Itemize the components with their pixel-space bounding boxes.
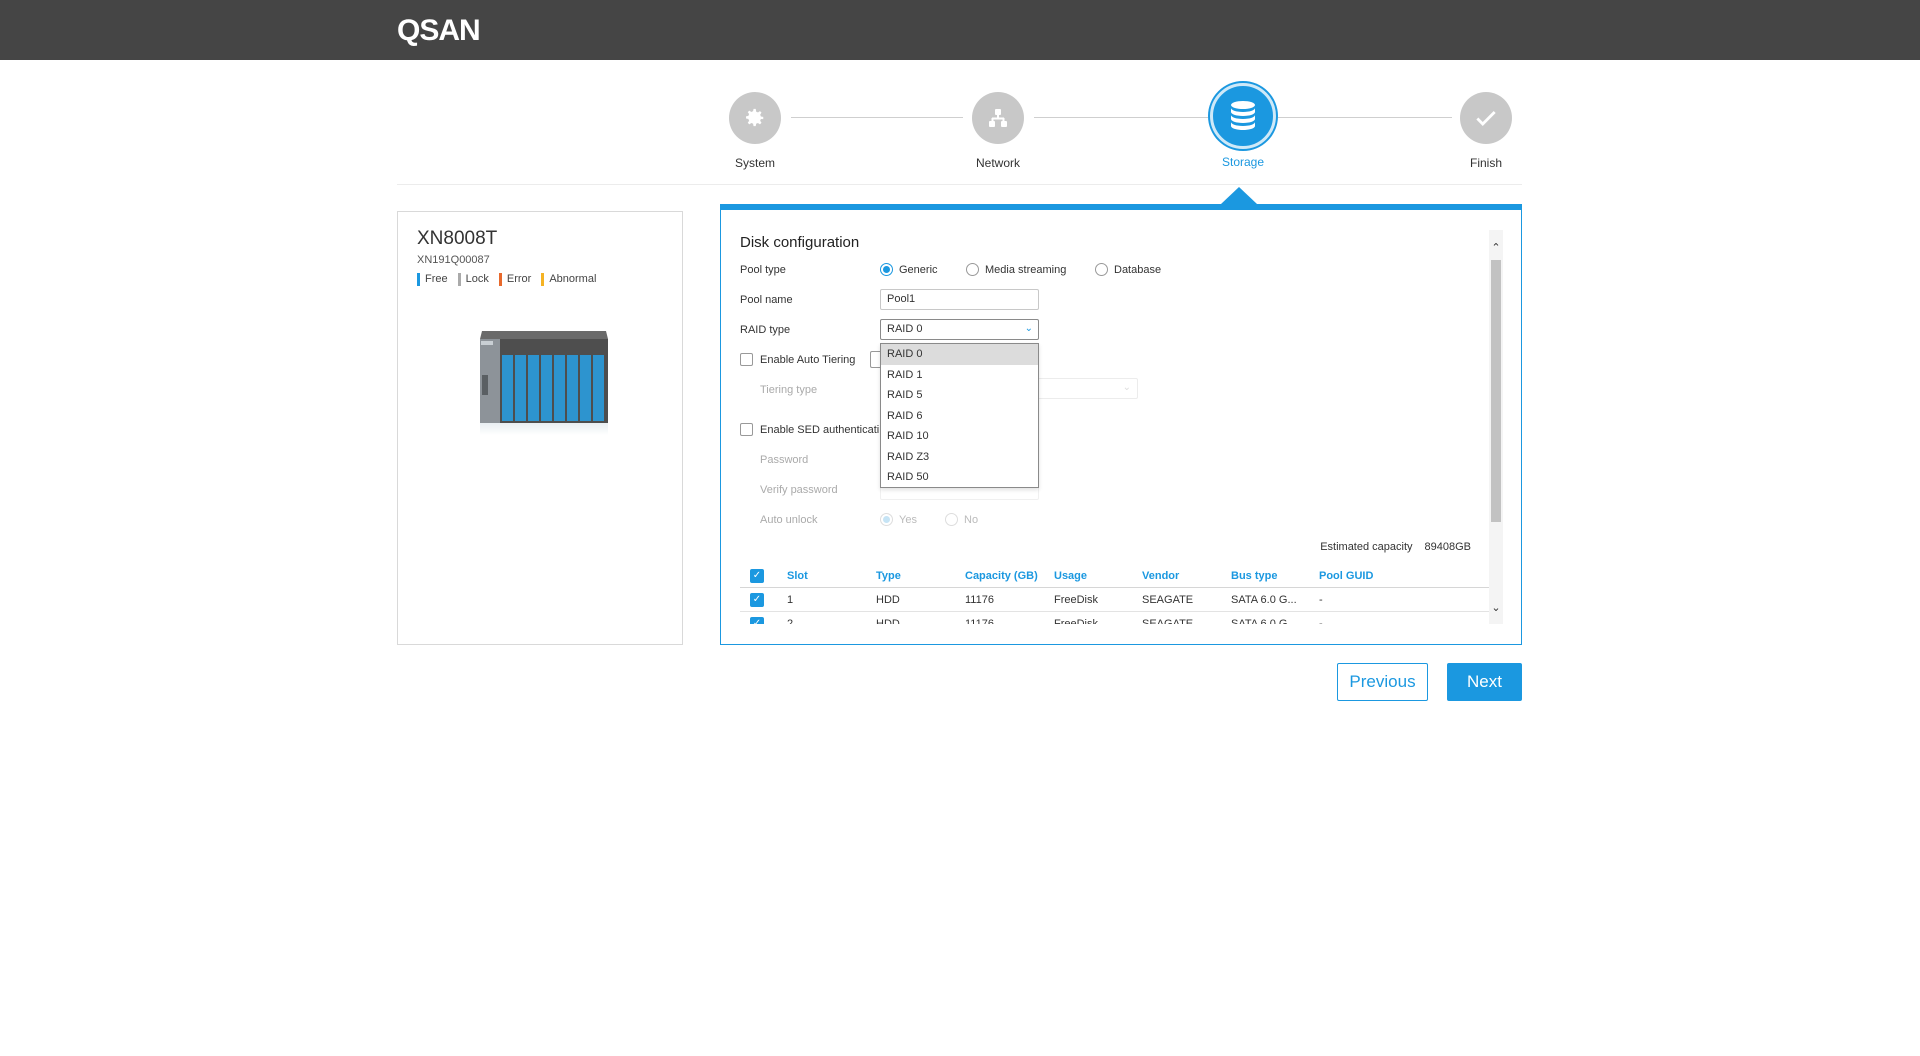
disk-status-legend: Free Lock Error Abnormal	[417, 273, 596, 286]
raid-option-raid-10[interactable]: RAID 10	[881, 426, 1038, 447]
device-name: XN8008T	[417, 228, 498, 249]
device-panel: XN8008T XN191Q00087 Free Lock Error Abno…	[397, 211, 683, 645]
radio-dot	[945, 513, 958, 526]
radio-dot	[966, 263, 979, 276]
column-header-type[interactable]: Type	[876, 570, 901, 582]
checkbox-box	[740, 353, 753, 366]
step-label: Finish	[1469, 156, 1502, 170]
step-label: Network	[975, 156, 1020, 170]
gear-icon	[729, 92, 781, 144]
table-header: ✓ Slot Type Capacity (GB) Usage Vendor B…	[740, 564, 1490, 588]
scroll-viewport-mask	[721, 624, 1521, 644]
pool-type-generic-radio[interactable]: Generic	[880, 263, 938, 276]
column-header-pool-guid[interactable]: Pool GUID	[1319, 570, 1373, 582]
auto-unlock-no-radio[interactable]: No	[945, 513, 978, 526]
network-icon	[972, 92, 1024, 144]
pool-type-label: Pool type	[740, 264, 786, 276]
divider	[397, 184, 1522, 185]
step-label: System	[734, 156, 775, 170]
radio-dot	[880, 263, 893, 276]
auto-tiering-checkbox[interactable]: Enable Auto Tiering	[740, 353, 855, 366]
radio-label: Media streaming	[985, 263, 1067, 276]
step-system[interactable]: System	[695, 92, 815, 170]
legend-free: Free	[417, 273, 448, 286]
raid-type-label: RAID type	[740, 324, 791, 336]
cell-slot: 1	[787, 594, 794, 606]
estimated-capacity-value: 89408GB	[1424, 541, 1471, 553]
database-icon	[1210, 83, 1276, 149]
section-title: Disk configuration	[740, 234, 860, 251]
legend-error: Error	[498, 273, 531, 286]
disk-configuration-panel: Disk configuration Pool type Generic Med…	[720, 210, 1522, 645]
radio-label: Generic	[899, 263, 938, 276]
previous-button[interactable]: Previous	[1337, 663, 1428, 701]
sed-authentication-checkbox[interactable]: Enable SED authenticati	[740, 423, 879, 436]
checkbox-label: Enable Auto Tiering	[760, 353, 856, 366]
cell-usage: FreeDisk	[1054, 594, 1099, 606]
active-step-pointer	[1221, 187, 1257, 204]
chevron-down-icon: ⌄	[1024, 323, 1033, 334]
raid-option-raid-1[interactable]: RAID 1	[881, 365, 1038, 386]
legend-abnormal: Abnormal	[541, 273, 596, 286]
step-connector	[1034, 117, 1208, 118]
top-bar: QSAN	[0, 0, 1920, 60]
next-button[interactable]: Next	[1447, 663, 1522, 701]
raid-option-raid-6[interactable]: RAID 6	[881, 406, 1038, 427]
scroll-down-icon[interactable]: ⌄	[1489, 600, 1503, 616]
cell-vendor: SEAGATE	[1142, 594, 1194, 606]
auto-unlock-label: Auto unlock	[760, 514, 818, 526]
estimated-capacity: Estimated capacity 89408GB	[1320, 541, 1471, 553]
cell-bus-type: SATA 6.0 G...	[1231, 594, 1297, 606]
radio-label: Database	[1114, 263, 1162, 276]
raid-option-raid-z3[interactable]: RAID Z3	[881, 447, 1038, 468]
chevron-down-icon: ⌄	[1122, 382, 1131, 393]
cell-type: HDD	[876, 594, 900, 606]
select-all-checkbox[interactable]: ✓	[750, 569, 764, 583]
radio-dot	[1095, 263, 1108, 276]
pool-name-input[interactable]: Pool1	[880, 289, 1039, 310]
nas-device-image	[480, 331, 608, 435]
column-header-slot[interactable]: Slot	[787, 570, 808, 582]
raid-option-raid-5[interactable]: RAID 5	[881, 385, 1038, 406]
device-serial: XN191Q00087	[417, 254, 490, 266]
check-icon	[1460, 92, 1512, 144]
scrollbar-thumb[interactable]	[1491, 260, 1501, 522]
raid-type-value: RAID 0	[887, 323, 923, 335]
raid-option-raid-0[interactable]: RAID 0	[881, 344, 1038, 365]
radio-dot	[880, 513, 893, 526]
qsan-logo: QSAN	[397, 14, 481, 47]
table-row[interactable]: ✓ 1 HDD 11176 FreeDisk SEAGATE SATA 6.0 …	[740, 588, 1490, 612]
radio-label: No	[964, 513, 979, 526]
radio-label: Yes	[899, 513, 917, 526]
checkbox-label: Enable SED authenticati	[760, 423, 880, 436]
checkbox-box	[740, 423, 753, 436]
column-header-usage[interactable]: Usage	[1054, 570, 1087, 582]
step-finish[interactable]: Finish	[1426, 92, 1546, 170]
password-label: Password	[760, 454, 809, 466]
column-header-vendor[interactable]: Vendor	[1142, 570, 1179, 582]
cell-pool-guid: -	[1319, 594, 1323, 606]
raid-type-select[interactable]: RAID 0 ⌄	[880, 319, 1039, 340]
cell-capacity: 11176	[965, 594, 994, 606]
auto-unlock-yes-radio[interactable]: Yes	[880, 513, 917, 526]
row-checkbox[interactable]: ✓	[750, 593, 764, 607]
raid-option-raid-50[interactable]: RAID 50	[881, 467, 1038, 488]
estimated-capacity-label: Estimated capacity	[1320, 541, 1413, 553]
scroll-up-icon[interactable]: ⌃	[1489, 240, 1503, 256]
pool-type-database-radio[interactable]: Database	[1095, 263, 1161, 276]
step-network[interactable]: Network	[938, 92, 1058, 170]
step-label: Storage	[1221, 155, 1265, 169]
tiering-type-select[interactable]: ⌄	[1036, 378, 1138, 399]
step-storage[interactable]: Storage	[1183, 83, 1303, 169]
verify-password-label: Verify password	[760, 484, 838, 496]
legend-lock: Lock	[457, 273, 489, 286]
pool-type-media-streaming-radio[interactable]: Media streaming	[966, 263, 1066, 276]
tiering-type-label: Tiering type	[760, 384, 818, 396]
column-header-capacity[interactable]: Capacity (GB)	[965, 570, 1038, 582]
pool-name-label: Pool name	[740, 294, 793, 306]
column-header-bus-type[interactable]: Bus type	[1231, 570, 1277, 582]
raid-type-dropdown: RAID 0 RAID 1 RAID 5 RAID 6 RAID 10 RAID…	[880, 343, 1039, 488]
